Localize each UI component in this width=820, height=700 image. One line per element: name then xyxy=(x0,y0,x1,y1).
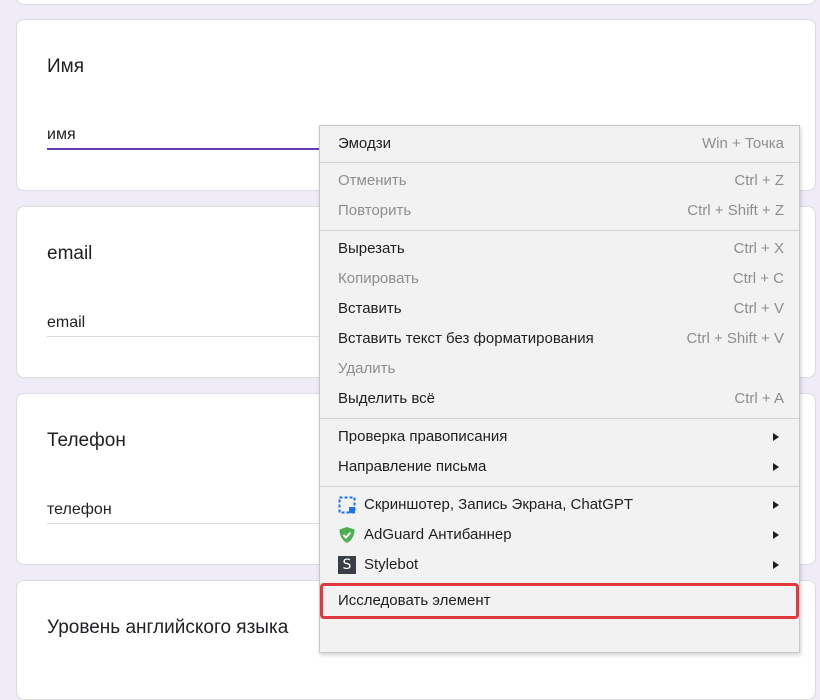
input-value: телефон xyxy=(47,501,112,518)
menu-item-undo[interactable]: Отменить Ctrl + Z xyxy=(320,166,799,196)
menu-separator xyxy=(320,230,799,231)
menu-item-screenshoter[interactable]: Скриншотер, Запись Экрана, ChatGPT xyxy=(320,490,799,520)
menu-item-spellcheck[interactable]: Проверка правописания xyxy=(320,422,799,452)
menu-item-paste-plain[interactable]: Вставить текст без форматирования Ctrl +… xyxy=(320,324,799,354)
question-title: Имя xyxy=(47,56,85,77)
form-card-top xyxy=(16,0,816,5)
submenu-arrow-icon xyxy=(773,463,779,471)
context-menu: Эмодзи Win + Точка Отменить Ctrl + Z Пов… xyxy=(319,125,800,653)
submenu-arrow-icon xyxy=(773,531,779,539)
question-title: email xyxy=(47,243,93,264)
question-title: Уровень английского языка xyxy=(47,617,289,638)
menu-item-emoji[interactable]: Эмодзи Win + Точка xyxy=(320,129,799,159)
menu-item-adguard[interactable]: AdGuard Антибаннер xyxy=(320,520,799,550)
menu-item-writing-direction[interactable]: Направление письма xyxy=(320,452,799,482)
menu-item-copy[interactable]: Копировать Ctrl + C xyxy=(320,264,799,294)
menu-item-stylebot[interactable]: S Stylebot xyxy=(320,550,799,580)
shield-icon xyxy=(338,526,356,544)
phone-input[interactable]: телефон xyxy=(47,498,347,524)
submenu-arrow-icon xyxy=(773,501,779,509)
question-title: Телефон xyxy=(47,430,126,451)
submenu-arrow-icon xyxy=(773,561,779,569)
input-value: email xyxy=(47,314,86,331)
menu-separator xyxy=(320,486,799,487)
menu-item-redo[interactable]: Повторить Ctrl + Shift + Z xyxy=(320,196,799,226)
screenshot-icon xyxy=(338,496,356,514)
menu-separator xyxy=(320,418,799,419)
menu-separator xyxy=(320,162,799,163)
email-input[interactable]: email xyxy=(47,311,347,337)
highlight-annotation xyxy=(320,583,799,619)
input-value: имя xyxy=(47,126,76,143)
menu-item-delete[interactable]: Удалить xyxy=(320,354,799,384)
submenu-arrow-icon xyxy=(773,433,779,441)
menu-item-cut[interactable]: Вырезать Ctrl + X xyxy=(320,234,799,264)
menu-item-select-all[interactable]: Выделить всё Ctrl + A xyxy=(320,384,799,414)
stylebot-icon: S xyxy=(338,556,356,574)
menu-item-paste[interactable]: Вставить Ctrl + V xyxy=(320,294,799,324)
name-input[interactable]: имя xyxy=(47,124,347,150)
